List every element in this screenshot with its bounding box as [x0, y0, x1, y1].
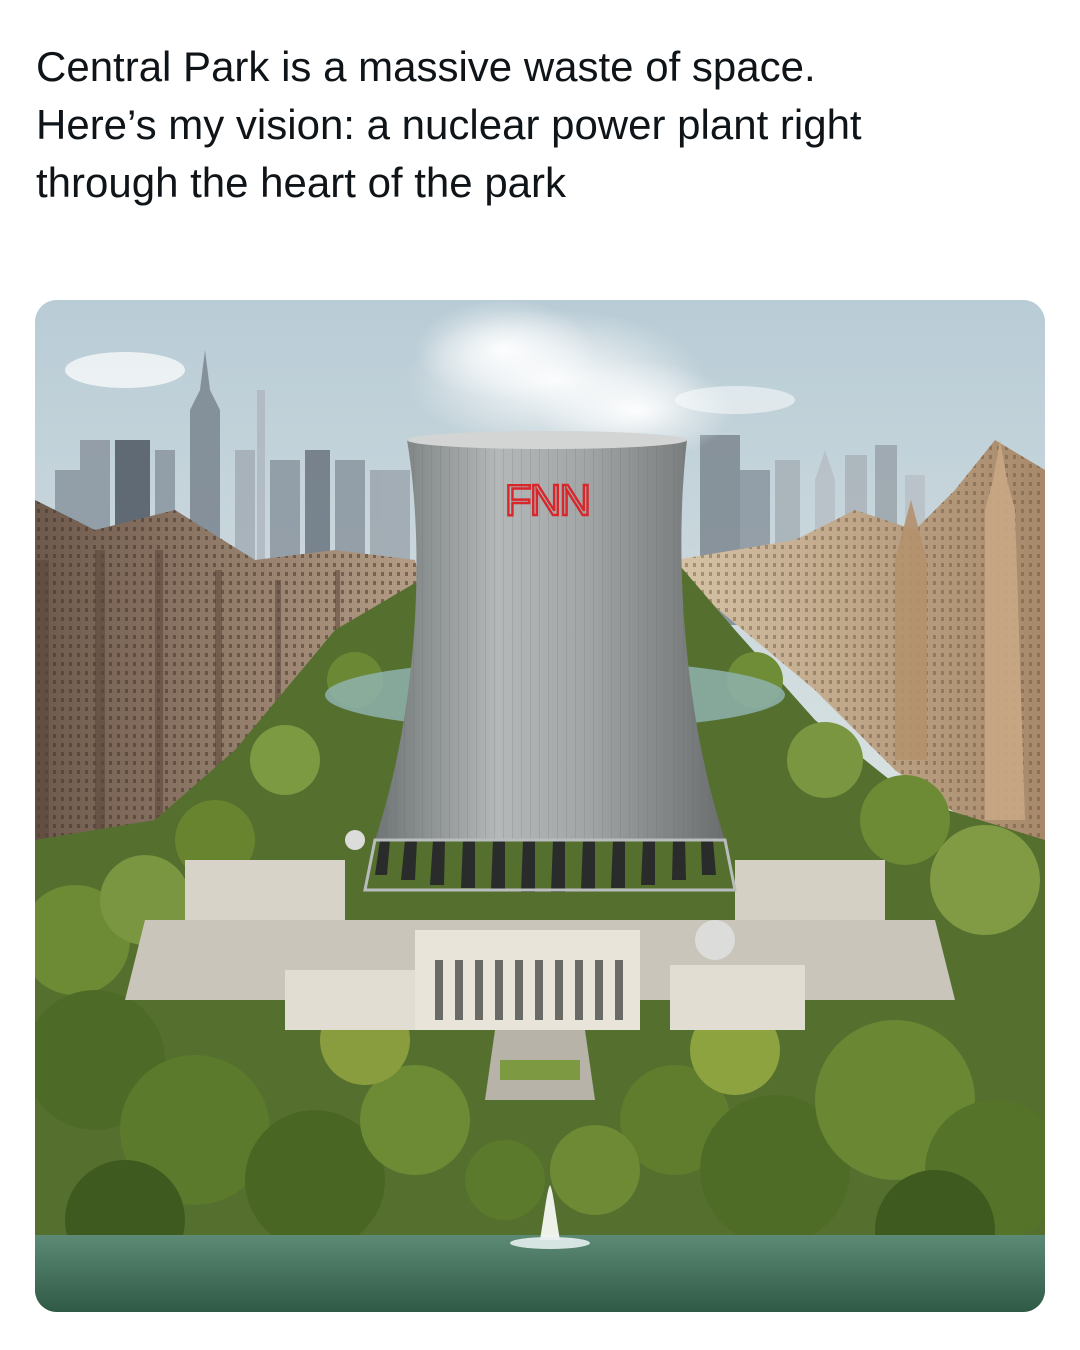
post-image[interactable]: FNN: [35, 300, 1045, 1312]
cooling-tower: FNN: [363, 431, 737, 892]
tower-sign: FNN: [505, 476, 589, 525]
post-text-line-1: Central Park is a massive waste of space…: [36, 43, 816, 90]
post-text-line-2: Here’s my vision: a nuclear power plant …: [36, 101, 862, 148]
post-text: Central Park is a massive waste of space…: [36, 38, 1036, 212]
cooling-tower-illustration: FNN: [35, 300, 1045, 1312]
post-text-line-3: through the heart of the park: [36, 159, 567, 206]
